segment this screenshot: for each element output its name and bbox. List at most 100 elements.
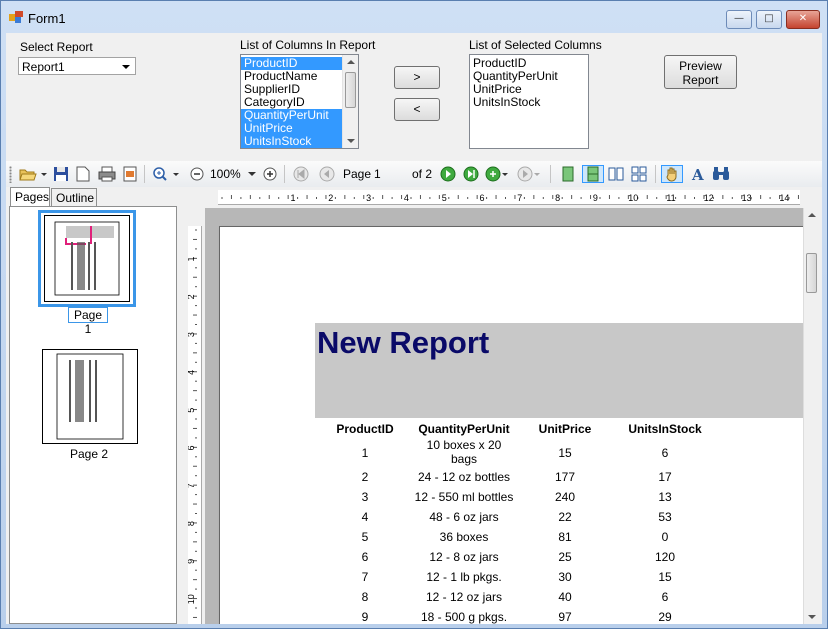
preview-scrollbar[interactable] bbox=[803, 208, 820, 624]
report-cell: 25 bbox=[558, 550, 572, 564]
form1-window: Form1 — □ ✕ Select Report Report1 List o… bbox=[0, 0, 828, 629]
ruler-number: 10 bbox=[628, 193, 638, 203]
zoom-in-dropdown-icon[interactable] bbox=[151, 165, 185, 183]
ruler-number: 3 bbox=[188, 332, 196, 337]
minimize-button[interactable]: — bbox=[726, 10, 752, 29]
thumbnail-page-1[interactable] bbox=[44, 215, 130, 302]
new-page-icon[interactable] bbox=[74, 165, 92, 183]
report-column-header: QuantityPerUnit bbox=[418, 422, 510, 436]
report-cell: 6 bbox=[361, 550, 369, 564]
selected-list-item[interactable]: UnitsInStock bbox=[470, 96, 588, 109]
report-column-header: UnitsInStock bbox=[628, 422, 702, 436]
ruler-number: 5 bbox=[442, 193, 447, 203]
report-column-header: ProductID bbox=[336, 422, 394, 436]
report-cell: 8 bbox=[361, 590, 369, 604]
toolbar-grip[interactable] bbox=[9, 166, 12, 183]
remove-column-button[interactable]: < bbox=[394, 98, 440, 121]
find-binoculars-icon[interactable] bbox=[710, 165, 732, 183]
columns-scrollbar[interactable] bbox=[342, 55, 358, 148]
print-icon[interactable] bbox=[96, 165, 118, 183]
ruler-number: 8 bbox=[555, 193, 560, 203]
report-cell: 3 bbox=[361, 490, 369, 504]
report-cell: 22 bbox=[558, 510, 572, 524]
title-bar[interactable]: Form1 — □ ✕ bbox=[1, 1, 827, 33]
report-cell: 18 - 500 g pkgs. bbox=[420, 610, 508, 624]
report-cell: 30 bbox=[558, 570, 572, 584]
preview-button-line2: Report bbox=[682, 73, 719, 87]
selected-columns-listbox[interactable]: ProductID QuantityPerUnit UnitPrice UnitsIn… bbox=[469, 54, 589, 149]
form-client-area: Select Report Report1 List of Columns In… bbox=[6, 33, 827, 624]
columns-list-item[interactable]: UnitsInStock bbox=[241, 135, 342, 148]
ruler-number: 4 bbox=[404, 193, 409, 203]
ruler-number: 9 bbox=[593, 193, 598, 203]
report-page: New Report ProductID QuantityPerUnit UnitP… bbox=[219, 226, 803, 624]
chevron-down-icon[interactable] bbox=[122, 65, 130, 69]
last-page-icon[interactable] bbox=[462, 165, 480, 183]
zoom-level[interactable]: 100% bbox=[210, 165, 246, 183]
thumbnail-label-page-2[interactable]: Page 2 bbox=[68, 447, 110, 461]
report-cell: 12 - 550 ml bottles bbox=[414, 490, 514, 504]
scroll-thumb[interactable] bbox=[345, 72, 356, 108]
report-cell: 4 bbox=[361, 510, 369, 524]
continuous-view-icon[interactable] bbox=[582, 165, 604, 183]
report-cell: 2 bbox=[361, 470, 369, 484]
ruler-number: 1 bbox=[290, 193, 295, 203]
ruler-number: 6 bbox=[479, 193, 484, 203]
two-page-view-icon[interactable] bbox=[606, 165, 626, 183]
text-select-icon[interactable]: A bbox=[688, 165, 708, 183]
save-icon[interactable] bbox=[52, 165, 70, 183]
scroll-up-arrow-icon[interactable] bbox=[347, 60, 355, 64]
page-setup-icon[interactable] bbox=[121, 165, 139, 183]
svg-text:A: A bbox=[691, 166, 704, 182]
history-forward-icon[interactable] bbox=[484, 165, 512, 183]
preview-scroll-down-icon[interactable] bbox=[808, 615, 816, 619]
select-report-label: Select Report bbox=[20, 40, 93, 54]
select-report-value: Report1 bbox=[22, 60, 65, 74]
single-page-view-icon[interactable] bbox=[558, 165, 578, 183]
ruler-number: 8 bbox=[188, 521, 196, 526]
ruler-number: 6 bbox=[188, 445, 196, 450]
close-button[interactable]: ✕ bbox=[786, 10, 820, 29]
scroll-down-arrow-icon[interactable] bbox=[347, 139, 355, 143]
maximize-button[interactable]: □ bbox=[756, 10, 782, 29]
report-header-band: New Report bbox=[315, 323, 803, 418]
thumbnail-label-page-1[interactable]: Page 1 bbox=[68, 307, 108, 336]
ruler-number: 7 bbox=[188, 483, 196, 488]
select-report-combo[interactable]: Report1 bbox=[18, 57, 136, 75]
report-column-header: UnitPrice bbox=[538, 422, 592, 436]
open-folder-icon[interactable] bbox=[18, 165, 48, 183]
report-cell: 1 bbox=[361, 446, 369, 460]
report-cell: 29 bbox=[658, 610, 672, 624]
thumbnail-page-2[interactable] bbox=[42, 349, 138, 444]
multi-page-view-icon[interactable] bbox=[629, 165, 649, 183]
report-cell: 40 bbox=[558, 590, 572, 604]
window-title: Form1 bbox=[28, 11, 66, 26]
report-cell: 24 - 12 oz bottles bbox=[417, 470, 511, 484]
first-page-icon[interactable] bbox=[292, 165, 310, 183]
preview-scroll-thumb[interactable] bbox=[806, 253, 817, 293]
hand-tool-icon[interactable] bbox=[661, 165, 683, 183]
ruler-number: 2 bbox=[328, 193, 333, 203]
preview-report-button[interactable]: Preview Report bbox=[664, 55, 737, 89]
zoom-in-icon[interactable] bbox=[262, 165, 278, 183]
add-column-button[interactable]: > bbox=[394, 66, 440, 89]
report-cell: 81 bbox=[558, 530, 572, 544]
page-thumbnails-panel: Page 1 Page 2 bbox=[9, 206, 177, 624]
report-cell: 7 bbox=[361, 570, 369, 584]
history-back-icon[interactable] bbox=[516, 165, 544, 183]
previous-page-icon[interactable] bbox=[318, 165, 336, 183]
preview-scroll-up-icon[interactable] bbox=[808, 213, 816, 217]
tab-pages[interactable]: Pages bbox=[10, 187, 50, 207]
zoom-out-icon[interactable] bbox=[189, 165, 205, 183]
thumbnail-page-1-preview bbox=[54, 221, 120, 296]
next-page-icon[interactable] bbox=[439, 165, 457, 183]
thumbnail-page-2-preview bbox=[56, 353, 124, 440]
report-cell: 9 bbox=[361, 610, 369, 624]
columns-listbox[interactable]: ProductID ProductName SupplierID CategoryID… bbox=[240, 54, 359, 149]
page-number-input[interactable]: 1 bbox=[374, 165, 410, 183]
vertical-ruler-ticks: 1 2 3 4 5 6 7 8 9 10 bbox=[186, 229, 197, 618]
report-preview-area[interactable]: New Report ProductID QuantityPerUnit UnitP… bbox=[205, 208, 803, 624]
tab-outline[interactable]: Outline bbox=[51, 188, 97, 206]
zoom-chevron-down-icon[interactable] bbox=[247, 165, 257, 183]
page-total: of 2 bbox=[412, 167, 433, 181]
